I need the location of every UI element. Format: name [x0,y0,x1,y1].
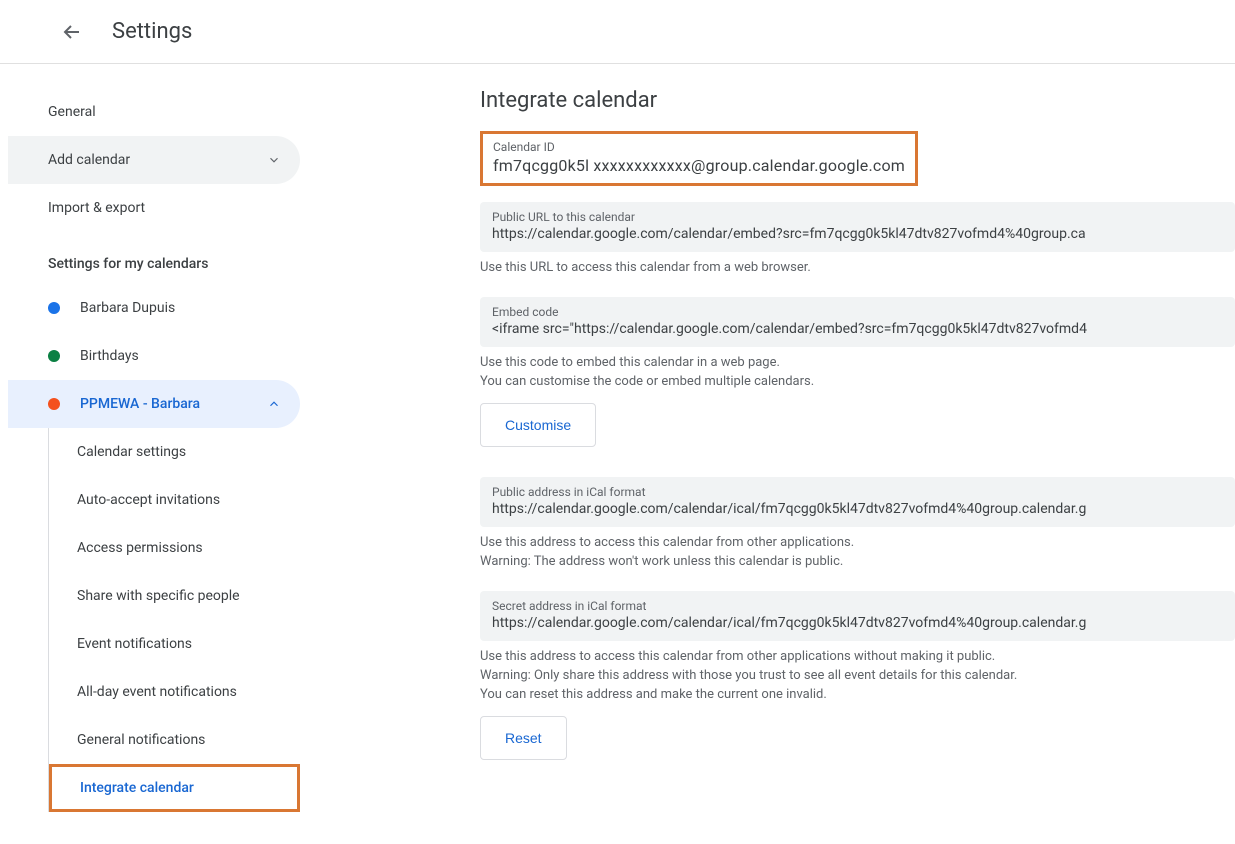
ical-secret-help-1: Use this address to access this calendar… [480,649,1235,664]
ical-public-help-2: Warning: The address won't work unless t… [480,554,1235,569]
chevron-down-icon [264,150,284,170]
embed-code-value: <iframe src="https://calendar.google.com… [492,321,1223,337]
subnav-label: Access permissions [77,540,203,556]
calendar-item-label: Barbara Dupuis [80,300,284,316]
calendar-id-block: Calendar ID fm7qcgg0k5l xxxxxxxxxxxx@gro… [480,131,918,186]
subnav-event-notifications[interactable]: Event notifications [49,620,300,668]
ical-public-help-1: Use this address to access this calendar… [480,535,1235,550]
embed-code-field[interactable]: Embed code <iframe src="https://calendar… [480,297,1235,347]
customise-button[interactable]: Customise [480,403,596,447]
subnav-label: Event notifications [77,636,192,652]
calendar-id-label: Calendar ID [493,140,905,154]
embed-help-1: Use this code to embed this calendar in … [480,355,1235,370]
subnav-label: Integrate calendar [80,780,194,796]
page-title: Settings [112,19,192,44]
public-url-help: Use this URL to access this calendar fro… [480,260,1235,275]
nav-add-calendar-label: Add calendar [48,152,130,168]
ical-secret-label: Secret address in iCal format [492,599,1223,613]
nav-general[interactable]: General [8,88,300,136]
nav-import-export[interactable]: Import & export [8,184,300,232]
ical-secret-help-3: You can reset this address and make the … [480,687,1235,702]
customise-button-label: Customise [505,417,571,433]
nav-general-label: General [48,104,96,120]
subnav-integrate-calendar[interactable]: Integrate calendar [49,764,300,812]
subnav-label: Auto-accept invitations [77,492,220,508]
calendar-color-dot [48,350,60,362]
subnav-allday-notifications[interactable]: All-day event notifications [49,668,300,716]
subnav-label: All-day event notifications [77,684,237,700]
public-url-value: https://calendar.google.com/calendar/emb… [492,226,1223,242]
section-title: Integrate calendar [480,88,1235,113]
ical-public-label: Public address in iCal format [492,485,1223,499]
subnav-auto-accept[interactable]: Auto-accept invitations [49,476,300,524]
public-url-label: Public URL to this calendar [492,210,1223,224]
ical-public-value: https://calendar.google.com/calendar/ica… [492,501,1223,517]
subnav-calendar-settings[interactable]: Calendar settings [49,428,300,476]
embed-code-label: Embed code [492,305,1223,319]
back-button[interactable] [52,12,92,52]
calendar-item-birthdays[interactable]: Birthdays [8,332,300,380]
calendar-subnav: Calendar settings Auto-accept invitation… [48,428,300,812]
calendar-color-dot [48,302,60,314]
ical-public-field[interactable]: Public address in iCal format https://ca… [480,477,1235,527]
subnav-label: Calendar settings [77,444,186,460]
ical-secret-help-2: Warning: Only share this address with th… [480,668,1235,683]
calendar-item-label: Birthdays [80,348,284,364]
nav-add-calendar[interactable]: Add calendar [8,136,300,184]
reset-button-label: Reset [505,730,542,746]
arrow-left-icon [60,20,84,44]
sidebar: General Add calendar Import & export Set… [0,64,300,836]
ical-secret-field[interactable]: Secret address in iCal format https://ca… [480,591,1235,641]
calendar-id-value[interactable]: fm7qcgg0k5l xxxxxxxxxxxx@group.calendar.… [493,156,905,175]
calendar-item-barbara[interactable]: Barbara Dupuis [8,284,300,332]
subnav-label: General notifications [77,732,205,748]
subnav-general-notifications[interactable]: General notifications [49,716,300,764]
subnav-label: Share with specific people [77,588,240,604]
calendar-item-ppmewa[interactable]: PPMEWA - Barbara [8,380,300,428]
calendar-item-label: PPMEWA - Barbara [80,396,264,412]
settings-header: Settings [0,0,1235,64]
embed-help-2: You can customise the code or embed mult… [480,374,1235,389]
chevron-up-icon [264,394,284,414]
reset-button[interactable]: Reset [480,716,567,760]
calendar-color-dot [48,398,60,410]
subnav-share[interactable]: Share with specific people [49,572,300,620]
nav-import-export-label: Import & export [48,200,145,216]
ical-secret-value: https://calendar.google.com/calendar/ica… [492,615,1223,631]
public-url-field[interactable]: Public URL to this calendar https://cale… [480,202,1235,252]
sidebar-section-header: Settings for my calendars [8,232,300,284]
main-content: Integrate calendar Calendar ID fm7qcgg0k… [300,64,1235,836]
subnav-access-permissions[interactable]: Access permissions [49,524,300,572]
